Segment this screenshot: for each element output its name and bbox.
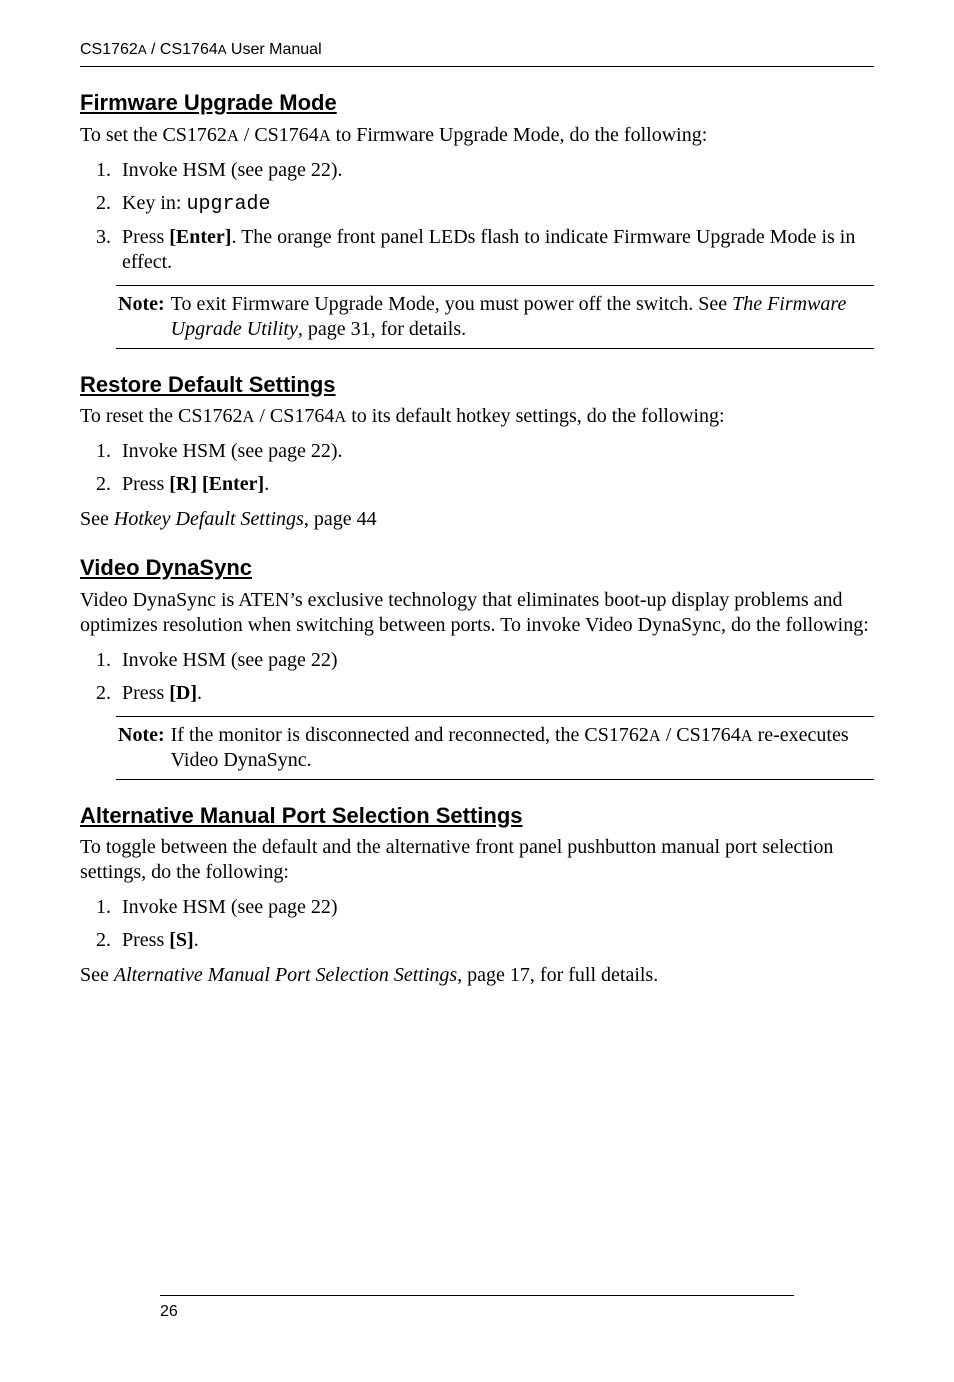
intro-altport: To toggle between the default and the al…: [80, 835, 874, 885]
heading-restore-default: Restore Default Settings: [80, 371, 874, 399]
note-label: Note:: [118, 723, 171, 773]
note-text: If the monitor is disconnected and recon…: [171, 723, 872, 773]
step: Press [D].: [116, 681, 874, 706]
page-number: 26: [160, 1303, 178, 1320]
page-header: CS1762A / CS1764A User Manual: [80, 40, 874, 67]
steps-dynasync: Invoke HSM (see page 22) Press [D].: [80, 648, 874, 706]
heading-firmware-upgrade-mode: Firmware Upgrade Mode: [80, 89, 874, 117]
after-restore: See Hotkey Default Settings, page 44: [80, 507, 874, 532]
note-text: To exit Firmware Upgrade Mode, you must …: [171, 292, 872, 342]
step: Press [Enter]. The orange front panel LE…: [116, 225, 874, 275]
step: Press [R] [Enter].: [116, 472, 874, 497]
heading-alt-manual-port: Alternative Manual Port Selection Settin…: [80, 802, 874, 830]
step: Invoke HSM (see page 22).: [116, 158, 874, 183]
heading-video-dynasync: Video DynaSync: [80, 554, 874, 582]
steps-restore: Invoke HSM (see page 22). Press [R] [Ent…: [80, 439, 874, 497]
after-altport: See Alternative Manual Port Selection Se…: [80, 963, 874, 988]
note-firmware: Note: To exit Firmware Upgrade Mode, you…: [116, 285, 874, 349]
step: Invoke HSM (see page 22): [116, 895, 874, 920]
note-dynasync: Note: If the monitor is disconnected and…: [116, 716, 874, 780]
steps-altport: Invoke HSM (see page 22) Press [S].: [80, 895, 874, 953]
step: Key in: upgrade: [116, 191, 874, 217]
step: Invoke HSM (see page 22): [116, 648, 874, 673]
intro-restore: To reset the CS1762A / CS1764A to its de…: [80, 404, 874, 429]
intro-firmware: To set the CS1762A / CS1764A to Firmware…: [80, 123, 874, 148]
step: Press [S].: [116, 928, 874, 953]
steps-firmware: Invoke HSM (see page 22). Key in: upgrad…: [80, 158, 874, 275]
page-footer: 26: [160, 1295, 794, 1322]
intro-dynasync: Video DynaSync is ATEN’s exclusive techn…: [80, 588, 874, 638]
step: Invoke HSM (see page 22).: [116, 439, 874, 464]
note-label: Note:: [118, 292, 171, 342]
